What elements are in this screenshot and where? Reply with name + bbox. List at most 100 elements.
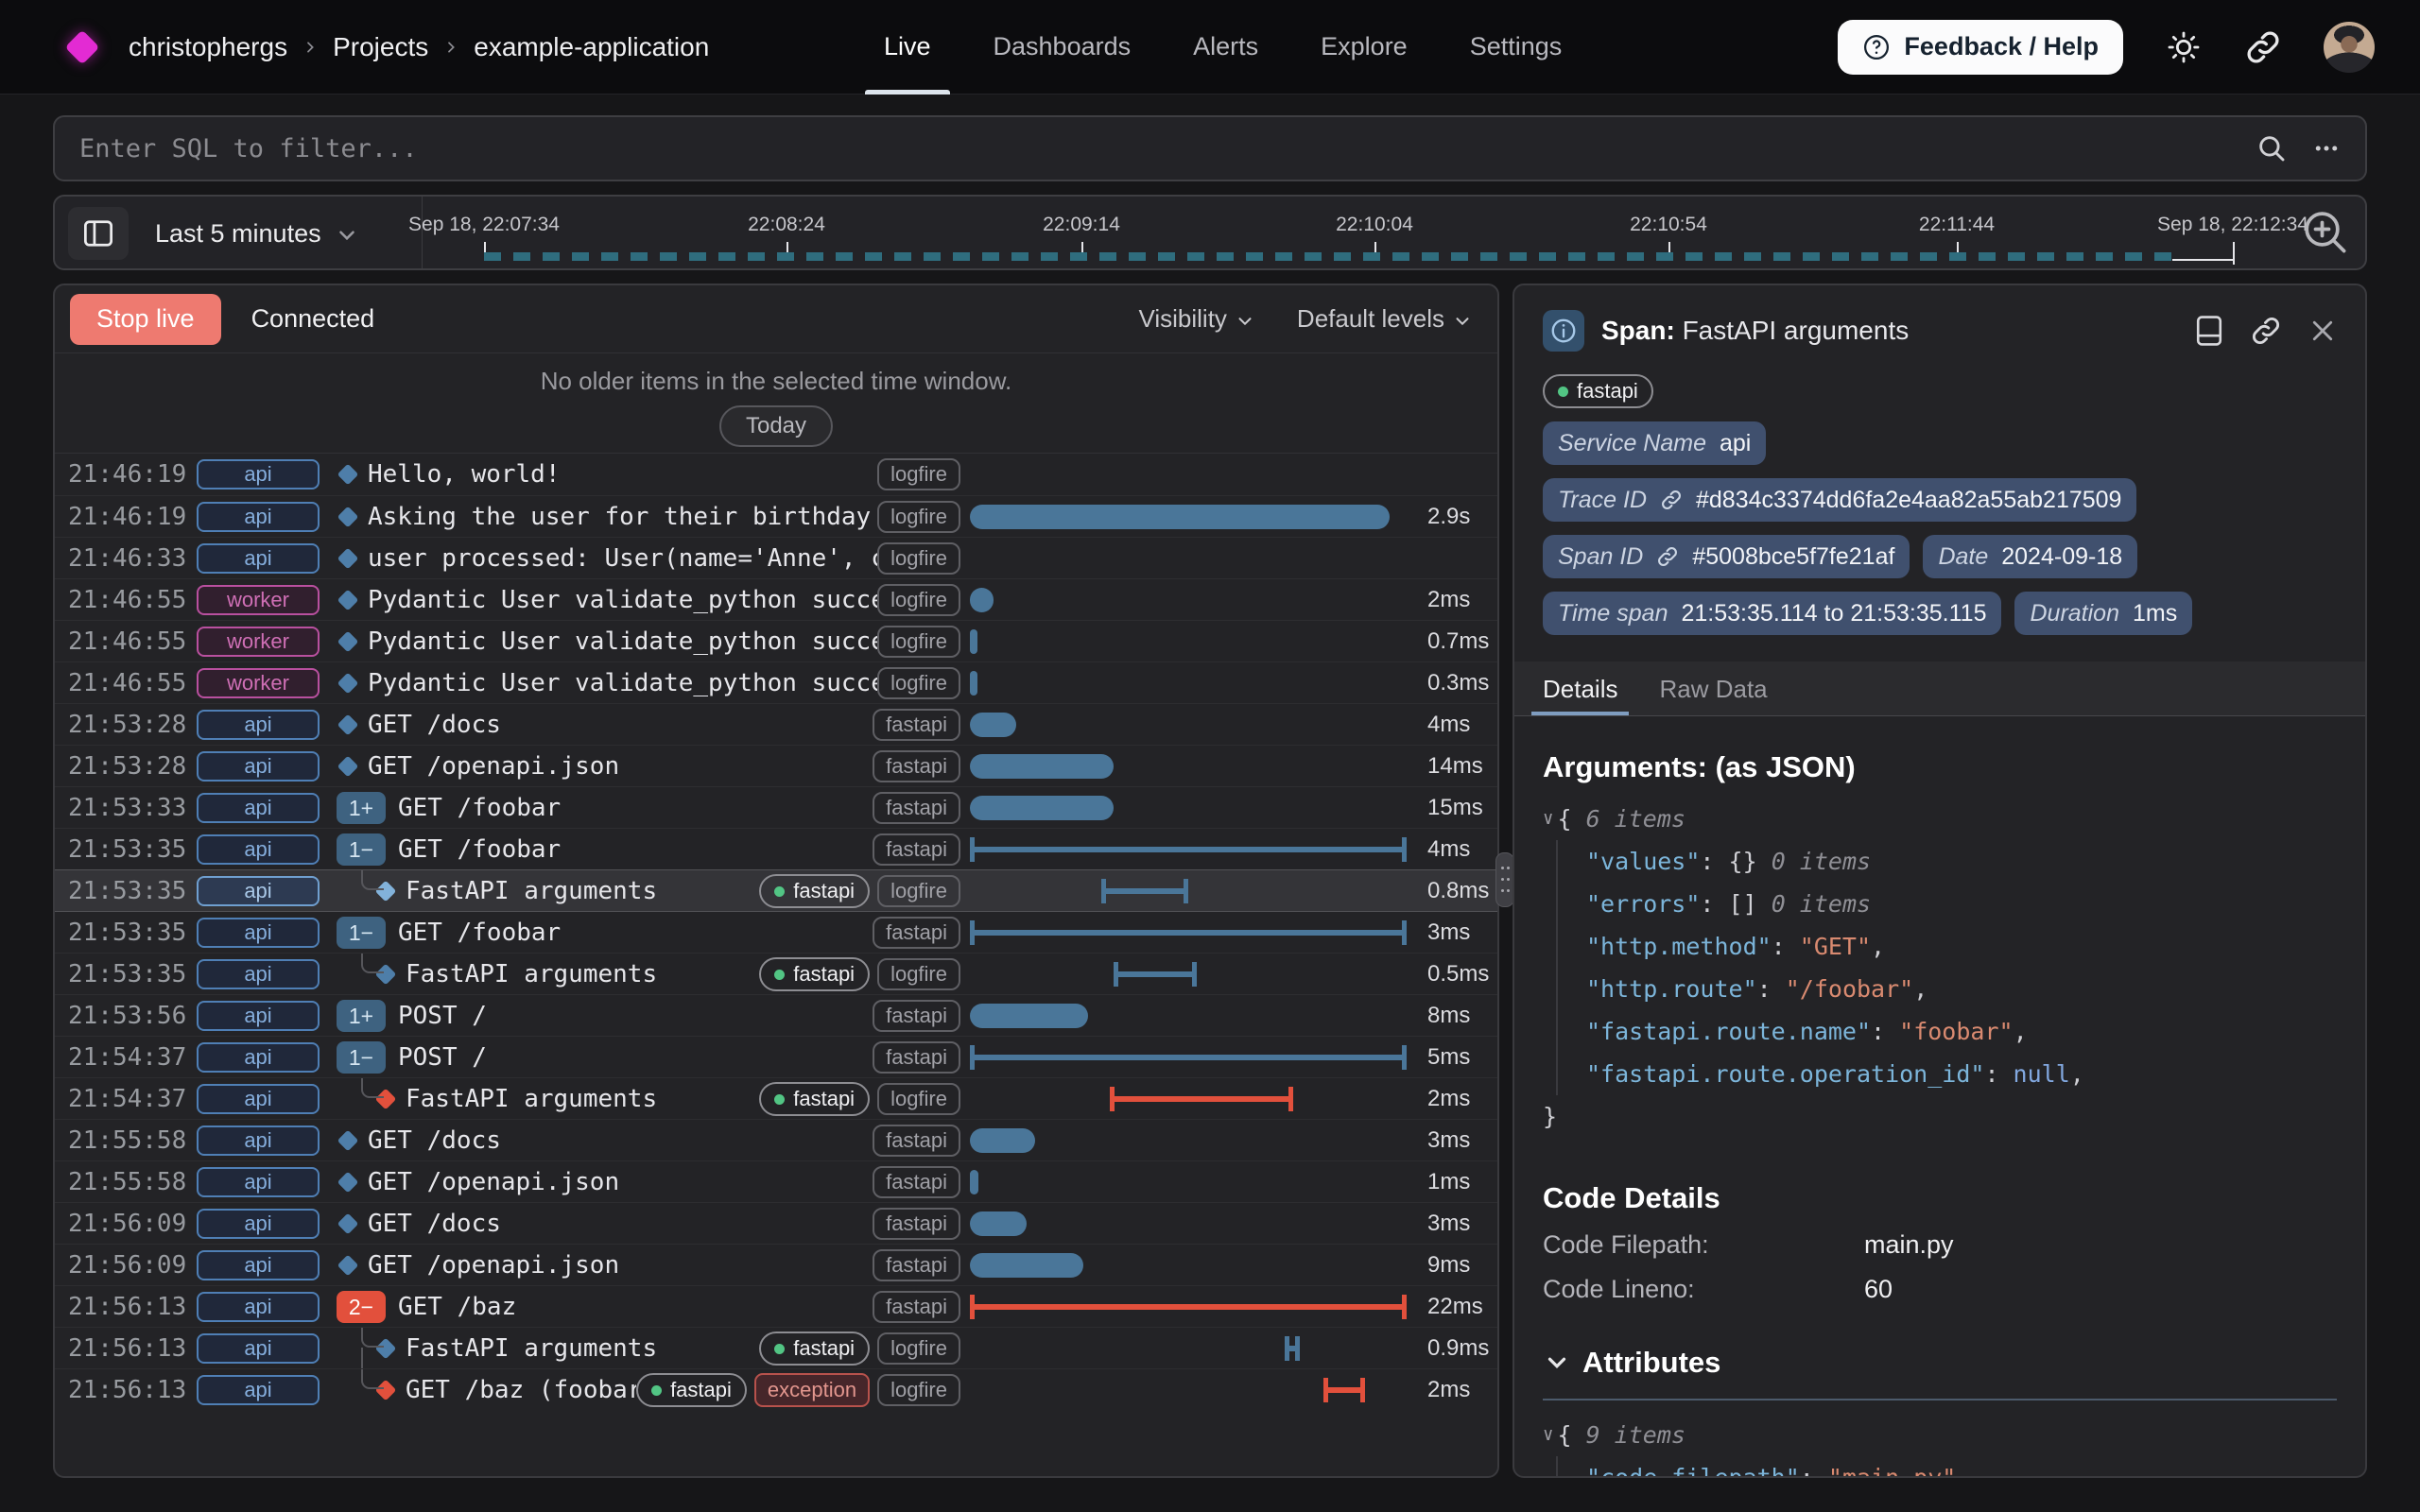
- chip-date[interactable]: Date2024-09-18: [1923, 535, 2137, 578]
- log-row[interactable]: 21:54:37apiFastAPI argumentsfastapilogfi…: [55, 1077, 1497, 1119]
- scope-tag-fastapi[interactable]: fastapi: [873, 792, 960, 824]
- service-badge-api[interactable]: api: [197, 543, 320, 574]
- collapse-children-badge[interactable]: 1−: [337, 833, 386, 866]
- log-row[interactable]: 21:56:09apiGET /openapi.jsonfastapi9ms: [55, 1244, 1497, 1285]
- log-row[interactable]: 21:53:35api1−GET /foobarfastapi4ms: [55, 828, 1497, 869]
- service-badge-api[interactable]: api: [197, 793, 320, 823]
- sidebar-toggle-button[interactable]: [68, 207, 129, 260]
- service-badge-api[interactable]: api: [197, 1042, 320, 1073]
- log-row[interactable]: 21:46:55workerPydantic User validate_pyt…: [55, 578, 1497, 620]
- panel-resize-handle[interactable]: [1495, 852, 1514, 907]
- service-badge-api[interactable]: api: [197, 918, 320, 948]
- feedback-help-button[interactable]: Feedback / Help: [1838, 20, 2123, 75]
- log-row[interactable]: 21:46:33apiuser processed: User(name='An…: [55, 537, 1497, 578]
- fastapi-chip[interactable]: fastapi: [636, 1373, 747, 1407]
- log-row[interactable]: 21:53:56api1+POST /fastapi8ms: [55, 994, 1497, 1036]
- detail-tab-raw-data[interactable]: Raw Data: [1659, 675, 1767, 715]
- log-row[interactable]: 21:53:28apiGET /docsfastapi4ms: [55, 703, 1497, 745]
- scope-tag-logfire[interactable]: logfire: [877, 1332, 960, 1365]
- visibility-dropdown[interactable]: Visibility: [1138, 304, 1254, 334]
- log-row[interactable]: 21:53:35api1−GET /foobarfastapi3ms: [55, 911, 1497, 953]
- scope-tag-fastapi[interactable]: fastapi: [873, 833, 960, 866]
- service-badge-api[interactable]: api: [197, 834, 320, 865]
- fastapi-chip[interactable]: fastapi: [759, 874, 870, 908]
- scope-tag-logfire[interactable]: logfire: [877, 501, 960, 533]
- service-badge-api[interactable]: api: [197, 1375, 320, 1405]
- scope-tag-fastapi[interactable]: fastapi: [873, 1000, 960, 1032]
- service-badge-worker[interactable]: worker: [197, 585, 320, 615]
- theme-toggle-icon[interactable]: [2165, 28, 2203, 66]
- service-badge-api[interactable]: api: [197, 876, 320, 906]
- chip-span-id[interactable]: Span ID#5008bce5f7fe21af: [1543, 535, 1910, 578]
- service-tag[interactable]: fastapi: [1543, 374, 1653, 408]
- service-badge-api[interactable]: api: [197, 1084, 320, 1114]
- chip-trace-id[interactable]: Trace ID#d834c3374dd6fa2e4aa82a55ab21750…: [1543, 478, 2136, 522]
- fastapi-chip[interactable]: fastapi: [759, 1082, 870, 1116]
- service-badge-worker[interactable]: worker: [197, 668, 320, 698]
- collapse-children-badge[interactable]: 1+: [337, 1000, 386, 1032]
- scope-tag-fastapi[interactable]: fastapi: [873, 917, 960, 949]
- scope-tag-fastapi[interactable]: fastapi: [873, 1291, 960, 1323]
- scope-tag-logfire[interactable]: logfire: [877, 1374, 960, 1406]
- exception-tag[interactable]: exception: [754, 1373, 870, 1407]
- service-badge-api[interactable]: api: [197, 1292, 320, 1322]
- collapse-children-badge[interactable]: 2−: [337, 1291, 386, 1323]
- scope-tag-logfire[interactable]: logfire: [877, 1083, 960, 1115]
- nav-tab-alerts[interactable]: Alerts: [1193, 0, 1258, 94]
- service-badge-api[interactable]: api: [197, 459, 320, 490]
- log-row[interactable]: 21:46:55workerPydantic User validate_pyt…: [55, 662, 1497, 703]
- log-row[interactable]: 21:53:35apiFastAPI argumentsfastapilogfi…: [55, 953, 1497, 994]
- scope-tag-logfire[interactable]: logfire: [877, 584, 960, 616]
- scope-tag-fastapi[interactable]: fastapi: [873, 1125, 960, 1157]
- sql-filter-input[interactable]: [55, 134, 2256, 163]
- service-badge-api[interactable]: api: [197, 1250, 320, 1280]
- chip-duration[interactable]: Duration1ms: [2014, 592, 2192, 635]
- search-icon[interactable]: [2256, 132, 2288, 164]
- zoom-in-icon[interactable]: [2299, 206, 2352, 259]
- scope-tag-fastapi[interactable]: fastapi: [873, 750, 960, 782]
- log-row[interactable]: 21:55:58apiGET /docsfastapi3ms: [55, 1119, 1497, 1160]
- service-badge-api[interactable]: api: [197, 1125, 320, 1156]
- detail-tab-details[interactable]: Details: [1543, 675, 1617, 715]
- log-row[interactable]: 21:53:35apiFastAPI argumentsfastapilogfi…: [55, 869, 1497, 911]
- collapse-children-badge[interactable]: 1−: [337, 1041, 386, 1074]
- service-badge-api[interactable]: api: [197, 1001, 320, 1031]
- collapse-children-badge[interactable]: 1−: [337, 917, 386, 949]
- log-row[interactable]: 21:56:13apiGET /baz (foobar)fastapiexcep…: [55, 1368, 1497, 1410]
- default-levels-dropdown[interactable]: Default levels: [1297, 304, 1473, 334]
- scope-tag-fastapi[interactable]: fastapi: [873, 709, 960, 741]
- scope-tag-logfire[interactable]: logfire: [877, 667, 960, 699]
- log-row[interactable]: 21:56:13apiFastAPI argumentsfastapilogfi…: [55, 1327, 1497, 1368]
- log-row[interactable]: 21:46:19apiHello, world!logfire: [55, 454, 1497, 495]
- user-avatar[interactable]: [2324, 22, 2375, 73]
- more-options-icon[interactable]: [2312, 134, 2341, 163]
- log-row[interactable]: 21:54:37api1−POST /fastapi5ms: [55, 1036, 1497, 1077]
- scope-tag-logfire[interactable]: logfire: [877, 958, 960, 990]
- attributes-toggle[interactable]: Attributes: [1543, 1346, 2337, 1380]
- scope-tag-fastapi[interactable]: fastapi: [873, 1166, 960, 1198]
- nav-tab-settings[interactable]: Settings: [1470, 0, 1563, 94]
- service-badge-api[interactable]: api: [197, 959, 320, 989]
- logfire-logo-icon[interactable]: [65, 29, 100, 64]
- today-button[interactable]: Today: [719, 405, 833, 447]
- nav-tab-live[interactable]: Live: [884, 0, 931, 94]
- log-row[interactable]: 21:46:55workerPydantic User validate_pyt…: [55, 620, 1497, 662]
- log-row[interactable]: 21:56:09apiGET /docsfastapi3ms: [55, 1202, 1497, 1244]
- timeline-activity-dashes[interactable]: [484, 252, 2172, 261]
- scope-tag-logfire[interactable]: logfire: [877, 542, 960, 575]
- log-row[interactable]: 21:46:19apiAsking the user for their bir…: [55, 495, 1497, 537]
- service-badge-api[interactable]: api: [197, 1333, 320, 1364]
- breadcrumb-item-0[interactable]: christophergs: [129, 32, 287, 62]
- service-badge-api[interactable]: api: [197, 502, 320, 532]
- breadcrumb-item-1[interactable]: Projects: [333, 32, 428, 62]
- scope-tag-fastapi[interactable]: fastapi: [873, 1249, 960, 1281]
- collapse-children-badge[interactable]: 1+: [337, 792, 386, 824]
- scope-tag-fastapi[interactable]: fastapi: [873, 1208, 960, 1240]
- service-badge-api[interactable]: api: [197, 1209, 320, 1239]
- close-icon[interactable]: [2308, 317, 2337, 345]
- breadcrumb-item-2[interactable]: example-application: [474, 32, 709, 62]
- scope-tag-logfire[interactable]: logfire: [877, 875, 960, 907]
- service-badge-api[interactable]: api: [197, 751, 320, 782]
- stop-live-button[interactable]: Stop live: [70, 294, 221, 345]
- chip-service-name[interactable]: Service Nameapi: [1543, 421, 1766, 465]
